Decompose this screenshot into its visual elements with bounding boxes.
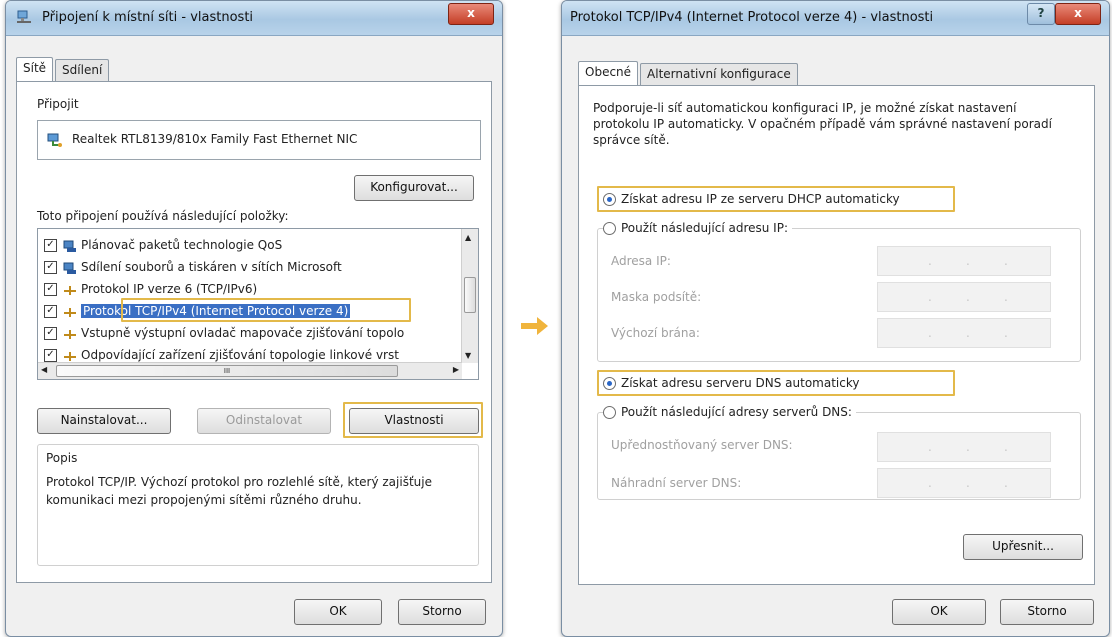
list-item-label: Protokol IP verze 6 (TCP/IPv6)	[81, 282, 258, 296]
tab-site[interactable]: Sítě	[16, 57, 54, 82]
protocol-icon	[64, 351, 76, 361]
description-text: Protokol TCP/IP. Výchozí protokol pro ro…	[46, 475, 432, 507]
checkbox[interactable]: ✓	[44, 239, 57, 252]
ip-auto-highlight	[597, 186, 955, 212]
install-button[interactable]: Nainstalovat...	[37, 408, 171, 434]
cancel-button[interactable]: Storno	[398, 599, 486, 625]
dns-manual-label: Použít následující adresy serverů DNS:	[621, 405, 852, 419]
right-titlebar: Protokol TCP/IPv4 (Internet Protocol ver…	[562, 1, 1109, 36]
properties-highlight	[343, 402, 483, 438]
protocol-icon	[64, 307, 76, 317]
list-item-label: Sdílení souborů a tiskáren v sítích Micr…	[81, 260, 342, 274]
protocol-icon	[64, 329, 76, 339]
left-close-button[interactable]: x	[448, 3, 494, 25]
network-icon	[17, 10, 31, 23]
vertical-scrollbar[interactable]: ▲ ▼	[461, 229, 478, 363]
items-label: Toto připojení používá následující polož…	[37, 209, 289, 223]
protocol-icon	[64, 285, 76, 295]
list-item[interactable]: ✓ Vstupně výstupní ovladač mapovače zjišť…	[44, 325, 404, 341]
description-group: Popis Protokol TCP/IP. Výchozí protokol …	[37, 444, 479, 566]
selected-item-highlight	[121, 298, 411, 322]
gateway-field: ...	[877, 318, 1051, 348]
right-tab-panel: Podporuje-li síť automatickou konfigurac…	[578, 85, 1095, 585]
checkbox[interactable]: ✓	[44, 261, 57, 274]
advanced-button[interactable]: Upřesnit...	[963, 534, 1083, 560]
preferred-dns-field: ...	[877, 432, 1051, 462]
tab-general[interactable]: Obecné	[578, 61, 639, 86]
configure-button[interactable]: Konfigurovat...	[354, 175, 474, 201]
adapter-name: Realtek RTL8139/810x Family Fast Etherne…	[72, 132, 358, 146]
radio-unselected-icon[interactable]	[603, 222, 616, 235]
ip-manual-label: Použít následující adresu IP:	[621, 221, 788, 235]
right-close-button[interactable]: x	[1055, 3, 1101, 25]
alternate-dns-label: Náhradní server DNS:	[611, 476, 742, 490]
horizontal-scrollbar[interactable]: ◀ III ▶	[38, 362, 462, 379]
vertical-scroll-thumb[interactable]	[464, 277, 476, 313]
left-dialog: Připojení k místní síti - vlastnosti x S…	[5, 0, 503, 637]
network-service-icon	[63, 262, 76, 274]
left-titlebar: Připojení k místní síti - vlastnosti x	[6, 1, 502, 36]
ok-button[interactable]: OK	[294, 599, 382, 625]
cancel-button[interactable]: Storno	[1000, 599, 1094, 625]
scroll-left-icon[interactable]: ◀	[41, 365, 47, 374]
checkbox[interactable]: ✓	[44, 327, 57, 340]
list-item[interactable]: ✓ Odpovídající zařízení zjišťování topolo…	[44, 347, 399, 363]
adapter-icon	[47, 133, 62, 147]
arrow-right-icon	[521, 317, 548, 335]
alternate-dns-field: ...	[877, 468, 1051, 498]
ok-button[interactable]: OK	[892, 599, 986, 625]
list-item[interactable]: ✓ Sdílení souborů a tiskáren v sítích Mic…	[44, 259, 342, 275]
help-button[interactable]: ?	[1027, 3, 1055, 25]
subnet-mask-label: Maska podsítě:	[611, 290, 702, 304]
right-dialog-title: Protokol TCP/IPv4 (Internet Protocol ver…	[570, 10, 934, 25]
network-service-icon	[63, 240, 76, 252]
tab-sharing[interactable]: Sdílení	[55, 59, 110, 82]
list-item-label: Vstupně výstupní ovladač mapovače zjišťo…	[81, 326, 405, 340]
ip-address-label: Adresa IP:	[611, 254, 671, 268]
left-dialog-title: Připojení k místní síti - vlastnosti	[42, 10, 254, 25]
scroll-up-icon[interactable]: ▲	[465, 233, 471, 242]
gateway-label: Výchozí brána:	[611, 326, 700, 340]
adapter-box: Realtek RTL8139/810x Family Fast Etherne…	[37, 120, 481, 160]
description-label: Popis	[46, 451, 78, 465]
connect-label: Připojit	[37, 97, 79, 111]
scroll-grip: III	[223, 367, 231, 375]
checkbox[interactable]: ✓	[44, 305, 57, 318]
tab-alternate-config[interactable]: Alternativní konfigurace	[640, 63, 798, 86]
right-dialog: Protokol TCP/IPv4 (Internet Protocol ver…	[561, 0, 1110, 637]
list-item-label: Plánovač paketů technologie QoS	[81, 238, 283, 252]
uninstall-button: Odinstalovat	[197, 408, 331, 434]
dns-manual-radio[interactable]: Použít následující adresy serverů DNS:	[603, 405, 856, 419]
intro-text: Podporuje-li síť automatickou konfigurac…	[593, 101, 1052, 147]
scroll-down-icon[interactable]: ▼	[465, 351, 471, 360]
scroll-right-icon[interactable]: ▶	[453, 365, 459, 374]
checkbox[interactable]: ✓	[44, 283, 57, 296]
horizontal-scroll-thumb[interactable]: III	[56, 365, 398, 377]
list-item-label: Odpovídající zařízení zjišťování topolog…	[81, 348, 399, 362]
subnet-mask-field: ...	[877, 282, 1051, 312]
list-item[interactable]: ✓ Plánovač paketů technologie QoS	[44, 237, 282, 253]
ip-address-field: ...	[877, 246, 1051, 276]
list-item[interactable]: ✓ Protokol IP verze 6 (TCP/IPv6)	[44, 281, 257, 297]
preferred-dns-label: Upřednostňovaný server DNS:	[611, 438, 793, 452]
checkbox[interactable]: ✓	[44, 349, 57, 362]
ip-manual-radio[interactable]: Použít následující adresu IP:	[603, 221, 792, 235]
left-tab-panel: Připojit Realtek RTL8139/810x Family Fas…	[16, 81, 492, 583]
radio-unselected-icon[interactable]	[603, 406, 616, 419]
dns-auto-highlight	[597, 370, 955, 396]
